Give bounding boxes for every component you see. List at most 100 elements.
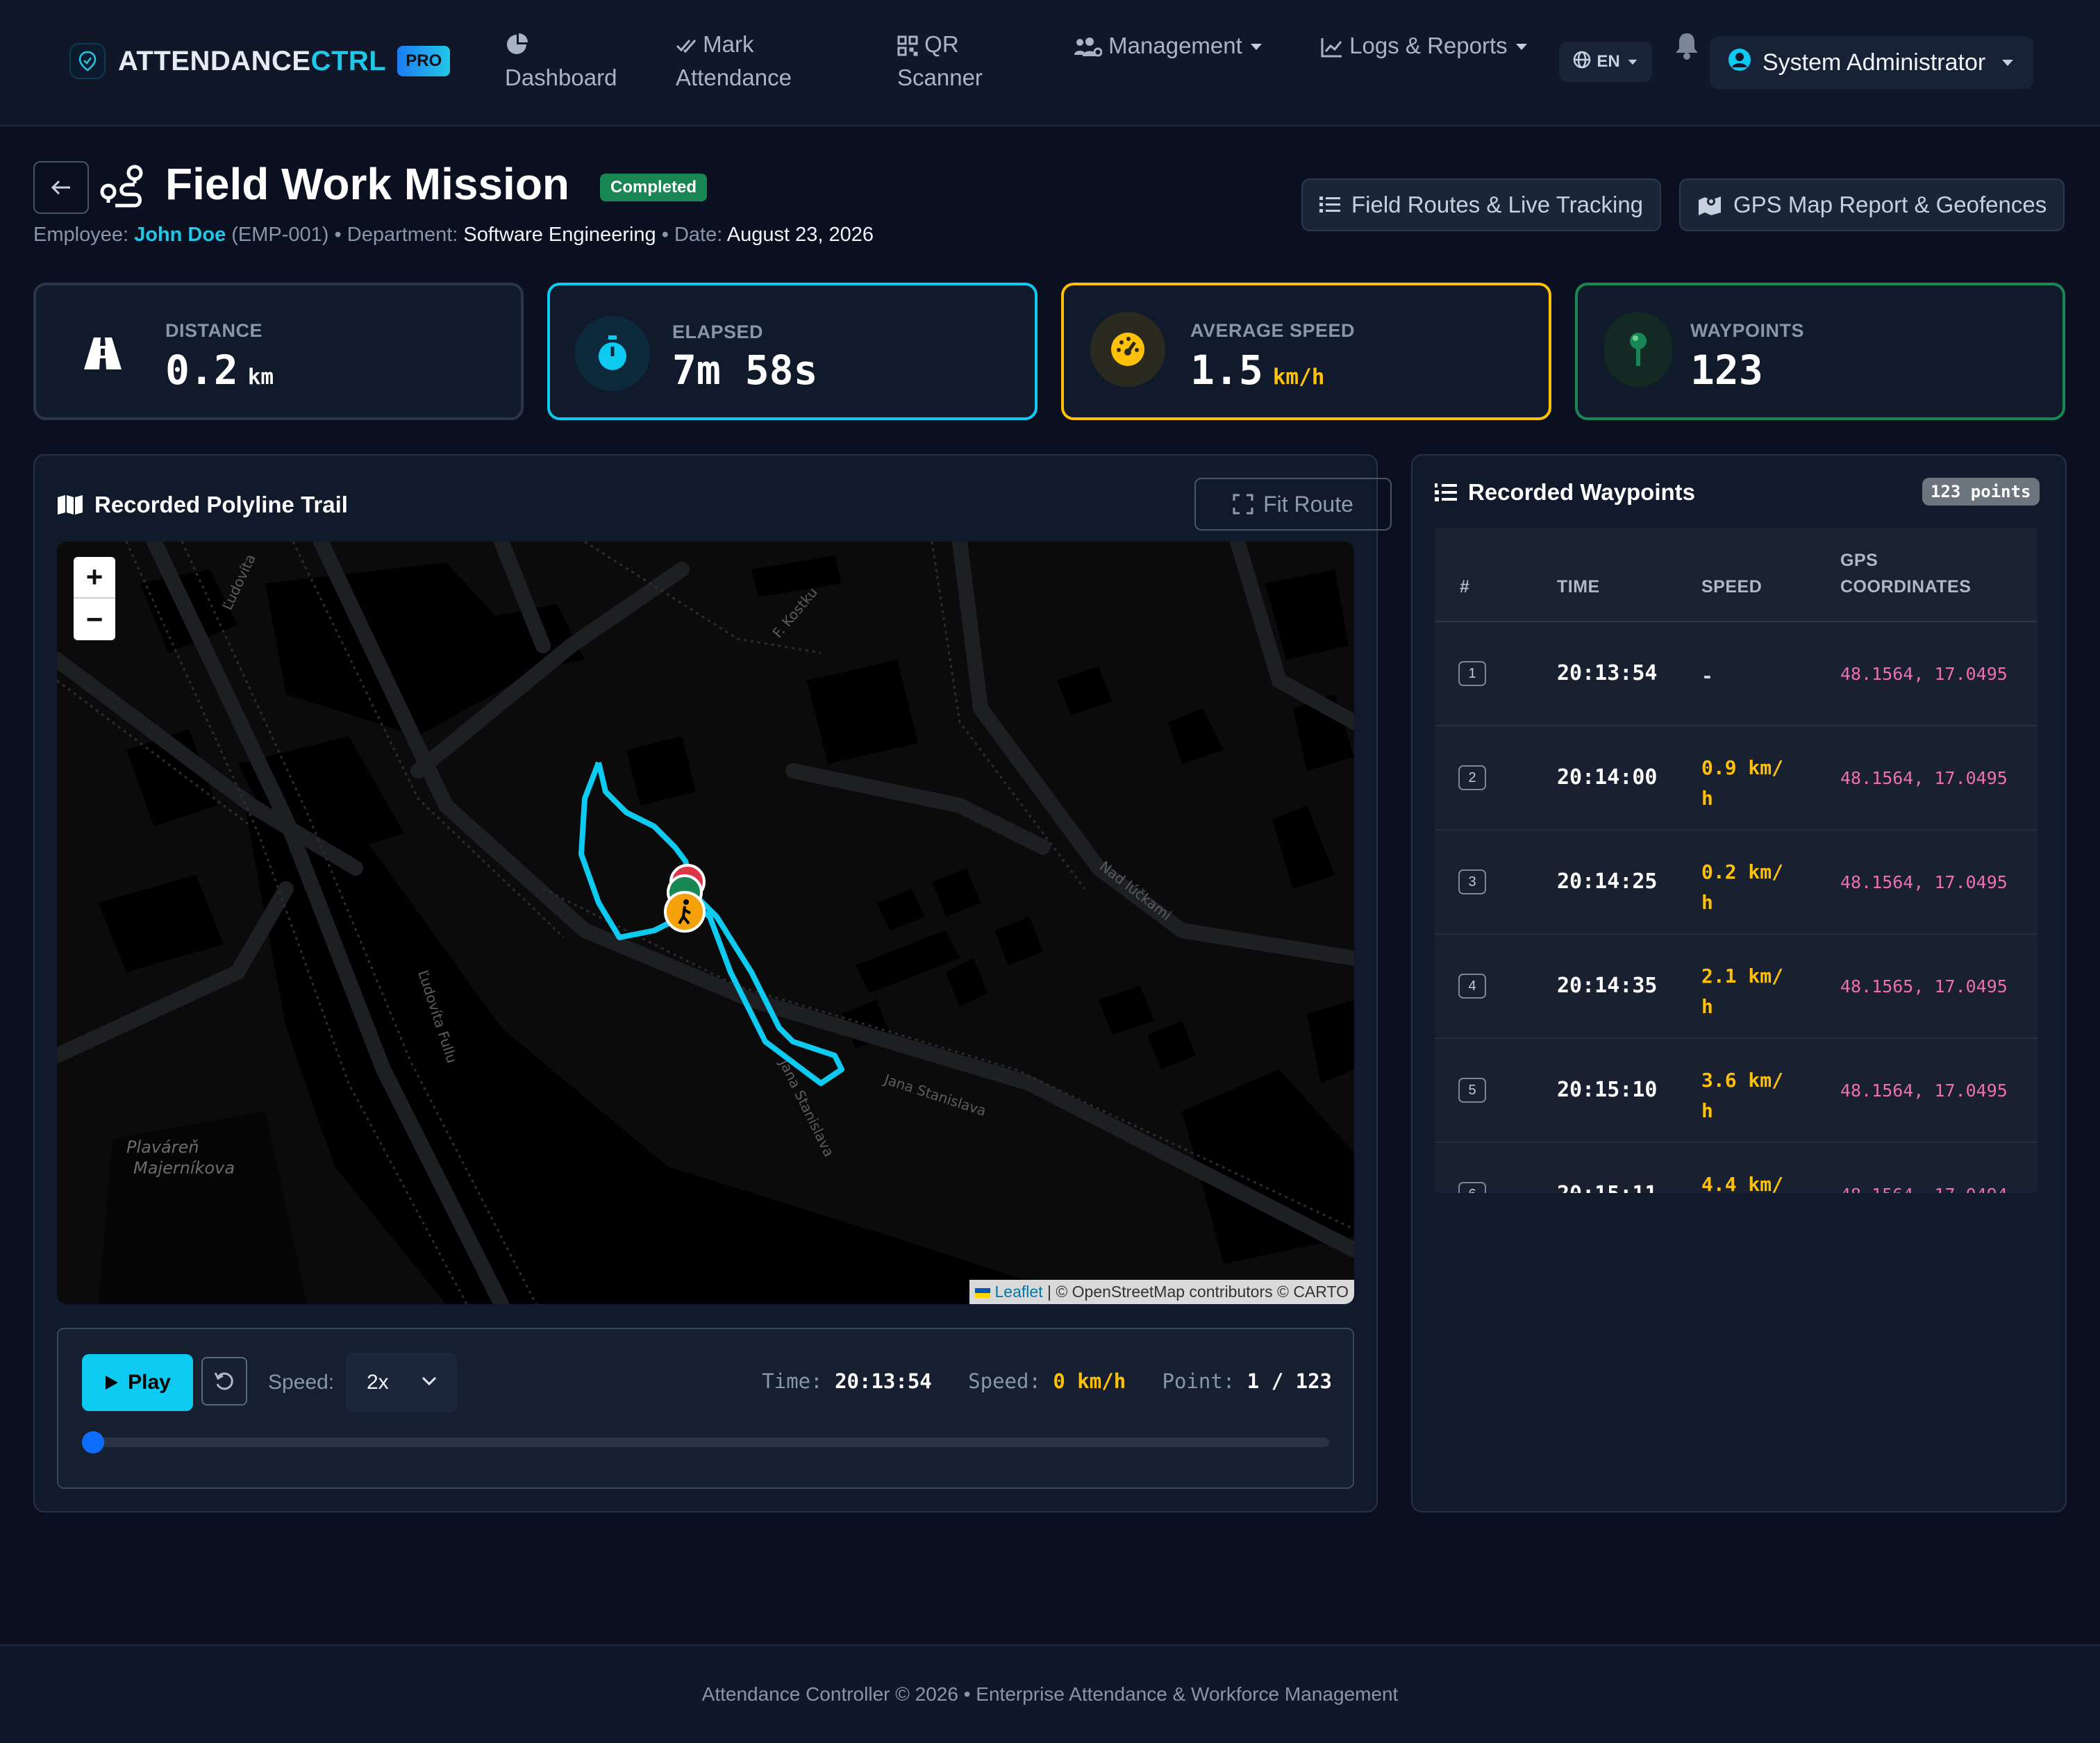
table-row[interactable]: 6 20:15:11 4.4 km/h 48.1564, 17.0494 [1435,1143,2038,1193]
speed-select[interactable]: 2x [346,1353,457,1412]
row-time: 20:14:00 [1557,765,1658,790]
chevron-down-icon [422,1376,437,1386]
field-routes-button[interactable]: Field Routes & Live Tracking [1301,178,1662,231]
stat-label: WAYPOINTS [1690,320,1805,341]
pie-chart-icon [505,28,617,61]
qr-code-icon [897,31,918,57]
row-speed: 3.6 km/h [1701,1069,1784,1122]
nav-logs-reports[interactable]: Logs & Reports [1321,29,1527,62]
users-cog-icon [1073,33,1103,58]
list-ol-icon [1435,483,1457,501]
nav-logs-label: Logs & Reports [1349,33,1508,58]
footer: Attendance Controller © 2026 • Enterpris… [0,1644,2100,1743]
row-time: 20:15:10 [1557,1078,1658,1102]
employee-link[interactable]: John Doe [134,224,226,246]
map-pin-icon [1604,312,1672,387]
playback-time: 20:13:54 [835,1369,932,1393]
language-label: EN [1597,52,1620,71]
stat-label: ELAPSED [672,322,764,342]
stat-waypoints: WAYPOINTS 123 [1575,283,2065,420]
table-header: # TIME SPEED GPS COORDINATES [1435,528,2038,622]
road-icon [60,310,146,397]
back-button[interactable] [33,161,89,214]
row-gps: 48.1565, 17.0495 [1840,976,2008,996]
mission-meta: Employee: John Doe (EMP-001) • Departmen… [33,224,874,246]
stat-value: 0.2 km [165,347,274,394]
col-gps-2: COORDINATES [1840,577,1972,597]
nav-management-label: Management [1108,33,1242,58]
stat-elapsed: ELAPSED 7m 58s [547,283,1038,420]
field-routes-label: Field Routes & Live Tracking [1351,192,1644,217]
col-speed: SPEED [1701,577,1762,597]
gps-map-report-button[interactable]: GPS Map Report & Geofences [1679,178,2065,231]
reset-button[interactable] [201,1357,247,1406]
nav-qr-label-2: Scanner [897,65,983,90]
playback-controls: Play Speed: 2x Time: 20:13:54 Speed: 0 k… [57,1328,1354,1489]
stat-distance: DISTANCE 0.2 km [33,283,524,420]
attribution-text: | © OpenStreetMap contributors © CARTO [1047,1283,1349,1301]
row-speed: 0.9 km/h [1701,756,1784,810]
playback-slider[interactable] [82,1431,1329,1453]
play-icon [106,1376,119,1390]
row-time: 20:14:35 [1557,974,1658,998]
row-gps: 48.1564, 17.0495 [1840,664,2008,684]
page-title: Field Work Mission [165,159,569,209]
waypoints-table[interactable]: # TIME SPEED GPS COORDINATES 1 20:13:54 - 4… [1435,528,2038,1193]
fit-route-button[interactable]: Fit Route [1194,478,1392,531]
user-menu[interactable]: System Administrator [1710,36,2033,89]
table-row[interactable]: 1 20:13:54 - 48.1564, 17.0495 [1435,622,2038,726]
stat-average-speed: AVERAGE SPEED 1.5 km/h [1061,283,1551,420]
footer-text: Attendance Controller © 2026 • Enterpris… [701,1683,1399,1705]
col-num: # [1460,577,1470,597]
poi-label: Majerníkova [133,1158,235,1178]
arrow-left-icon [51,180,70,195]
playback-speed: 0 km/h [1053,1369,1126,1393]
row-time: 20:13:54 [1557,661,1658,685]
nav-management[interactable]: Management [1073,29,1262,62]
map-panel-title: Recorded Polyline Trail [57,492,348,518]
play-button[interactable]: Play [82,1354,193,1411]
route-map[interactable]: Ľudovíta Fullu Nad lúčkami Jana Stanisla… [57,542,1354,1304]
row-speed: 0.2 km/h [1701,860,1784,914]
brand-name: ATTENDANCECTRL [118,45,387,76]
row-gps: 48.1564, 17.0495 [1840,872,2008,892]
stat-label: AVERAGE SPEED [1190,320,1356,341]
row-time: 20:15:11 [1557,1182,1658,1193]
department-label: Department: [347,224,458,246]
leaflet-link[interactable]: Leaflet [995,1283,1043,1301]
nav-mark-attendance[interactable]: Mark Attendance [676,28,792,94]
language-selector[interactable]: EN [1559,42,1652,82]
expand-icon [1233,494,1253,515]
check-double-icon [676,31,697,57]
zoom-out-button[interactable]: − [74,599,115,640]
row-number: 4 [1458,974,1486,999]
brand[interactable]: ATTENDANCECTRL PRO [69,43,451,79]
nav-qr-label-1: QR [924,31,959,57]
table-row[interactable]: 4 20:14:35 2.1 km/h 48.1565, 17.0495 [1435,935,2038,1039]
map-icon [58,495,83,515]
nav-dashboard[interactable]: Dashboard [505,28,617,94]
col-time: TIME [1557,577,1600,597]
row-gps: 48.1564, 17.0495 [1840,1081,2008,1101]
bell-icon[interactable] [1674,31,1700,63]
status-badge: Completed [600,174,708,201]
stat-label: DISTANCE [165,320,263,341]
walker-marker-icon [664,891,706,933]
employee-label: Employee: [33,224,129,246]
table-row[interactable]: 3 20:14:25 0.2 km/h 48.1564, 17.0495 [1435,831,2038,935]
pro-badge: PRO [397,46,451,76]
nav-mark-label-1: Mark [703,31,754,57]
stat-value: 7m 58s [672,347,818,394]
top-navbar: ATTENDANCECTRL PRO Dashboard Mark Attend… [0,0,2100,126]
table-row[interactable]: 2 20:14:00 0.9 km/h 48.1564, 17.0495 [1435,726,2038,831]
row-number: 3 [1458,869,1486,894]
nav-qr-scanner[interactable]: QR Scanner [897,28,983,94]
employee-id: (EMP-001) [231,224,329,246]
slider-thumb[interactable] [82,1431,104,1453]
row-speed: - [1701,665,1713,687]
waypoints-panel-title: Recorded Waypoints [1435,479,1695,506]
zoom-in-button[interactable]: + [74,557,115,599]
date-value: August 23, 2026 [726,224,874,246]
table-row[interactable]: 5 20:15:10 3.6 km/h 48.1564, 17.0495 [1435,1039,2038,1143]
zoom-controls: + − [74,557,115,640]
